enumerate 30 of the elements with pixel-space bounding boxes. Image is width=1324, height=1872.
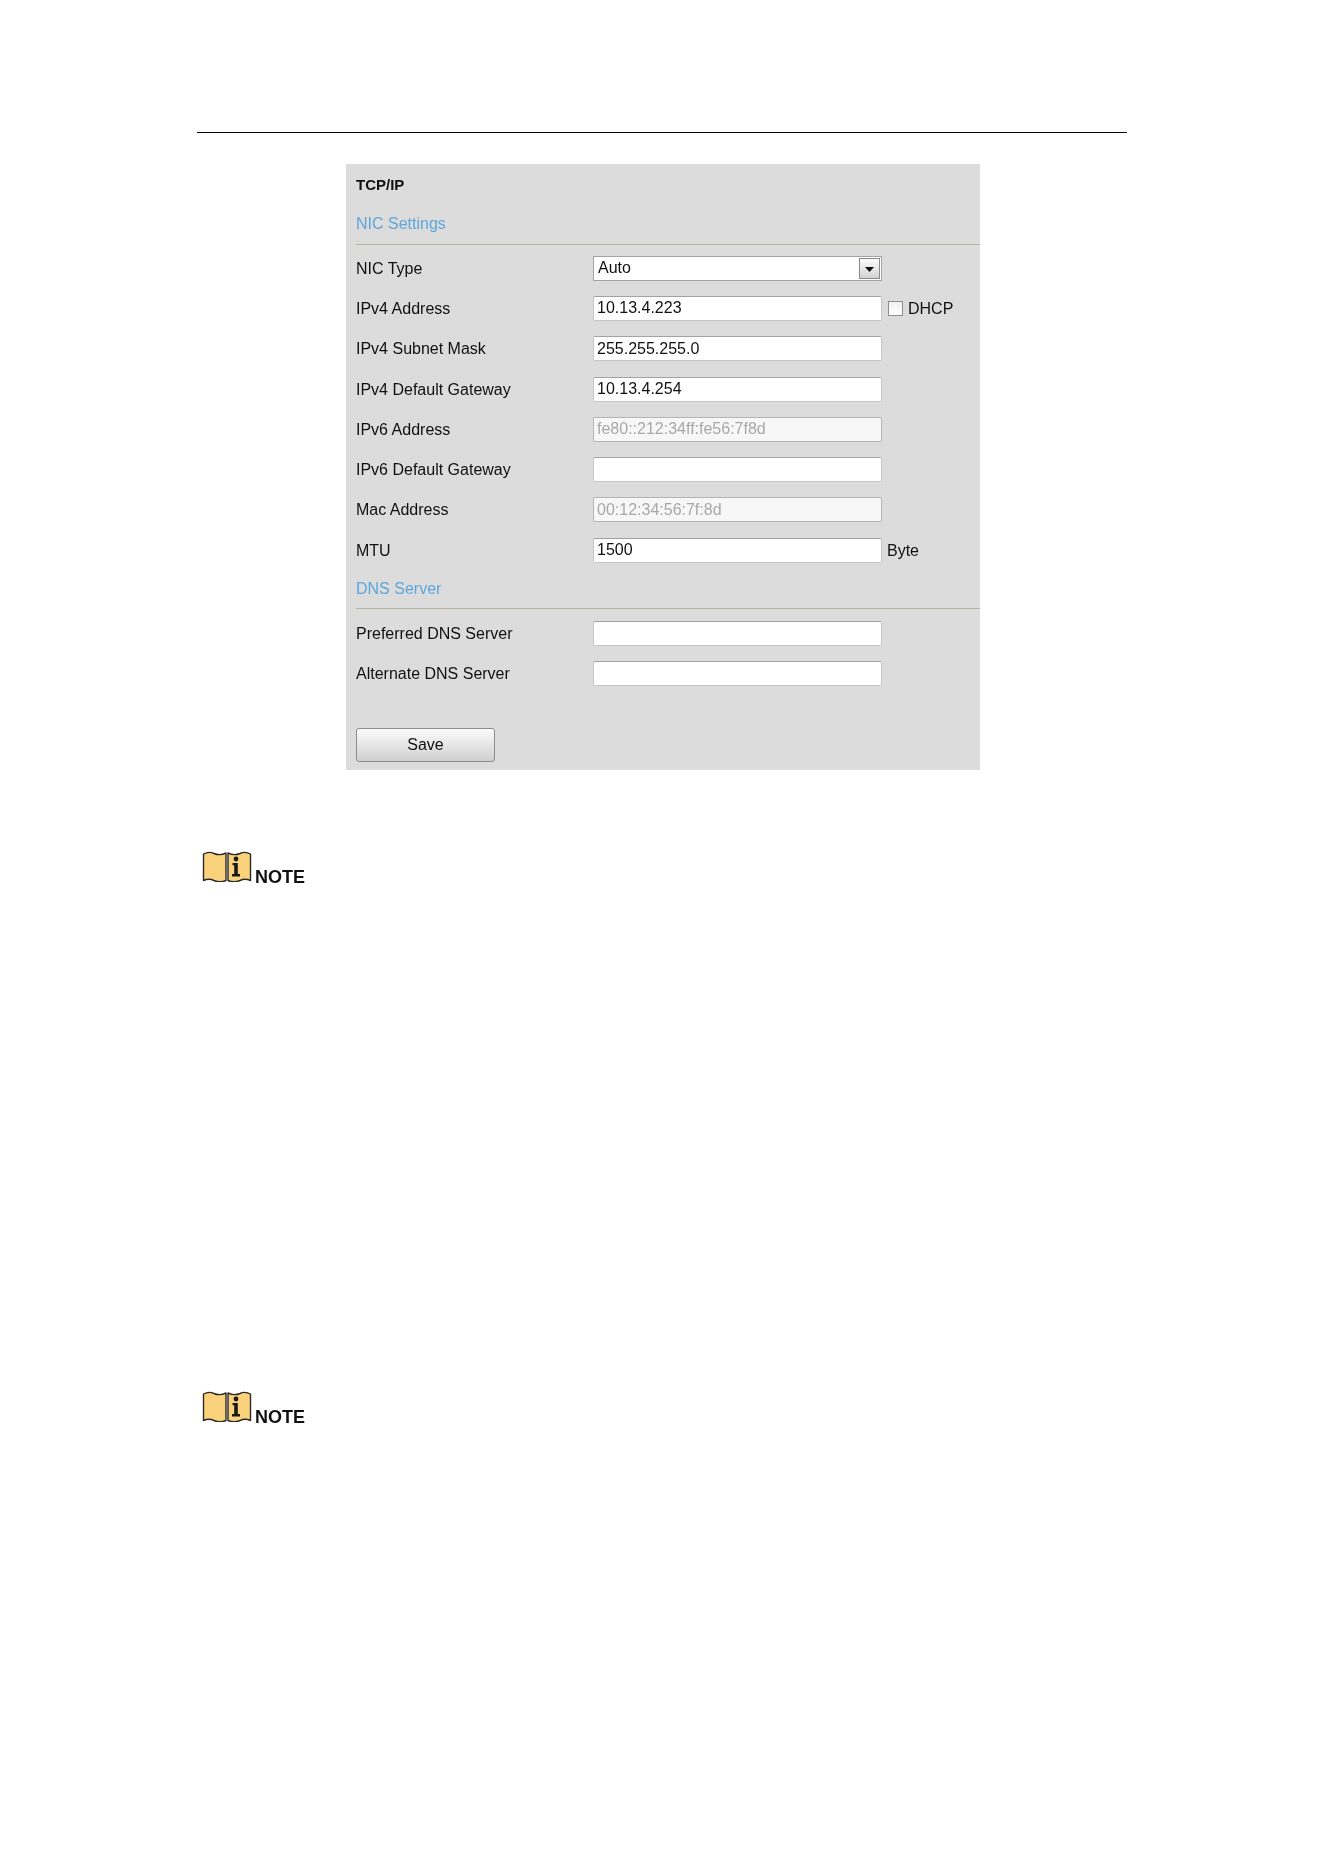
text-field[interactable]: 255.255.255.0 — [593, 336, 882, 362]
text-field[interactable]: 1500 — [593, 537, 882, 563]
text-field[interactable] — [593, 457, 882, 483]
field-label: MTU — [356, 540, 391, 560]
text-field[interactable] — [593, 661, 882, 687]
text-field[interactable]: 10.13.4.223 — [593, 295, 882, 321]
field-label: NIC Type — [356, 258, 423, 278]
field-label: IPv6 Default Gateway — [356, 460, 511, 480]
unit-label: Byte — [887, 540, 919, 560]
field-label: IPv4 Address — [356, 298, 451, 318]
field-label: Mac Address — [356, 500, 449, 520]
section-heading: DNS Server — [356, 579, 442, 600]
info-book-icon — [202, 1390, 252, 1422]
note-label: NOTE — [255, 1408, 305, 1426]
section-heading: NIC Settings — [356, 214, 446, 234]
field-label: IPv6 Address — [356, 419, 451, 439]
panel-title: TCP/IP — [356, 175, 405, 195]
note-label: NOTE — [255, 868, 305, 886]
info-book-icon — [202, 850, 252, 882]
checkbox[interactable] — [888, 300, 903, 316]
checkbox-label: DHCP — [908, 298, 954, 318]
field-label: IPv4 Subnet Mask — [356, 339, 486, 359]
save-button[interactable]: Save — [356, 727, 495, 762]
text-field[interactable] — [593, 621, 882, 646]
field-label: Preferred DNS Server — [356, 624, 513, 643]
text-field[interactable]: 10.13.4.254 — [593, 376, 882, 402]
field-label: Alternate DNS Server — [356, 664, 510, 684]
dropdown[interactable]: Auto — [593, 255, 882, 281]
caret-icon — [859, 257, 880, 279]
field-label: IPv4 Default Gateway — [356, 379, 511, 399]
